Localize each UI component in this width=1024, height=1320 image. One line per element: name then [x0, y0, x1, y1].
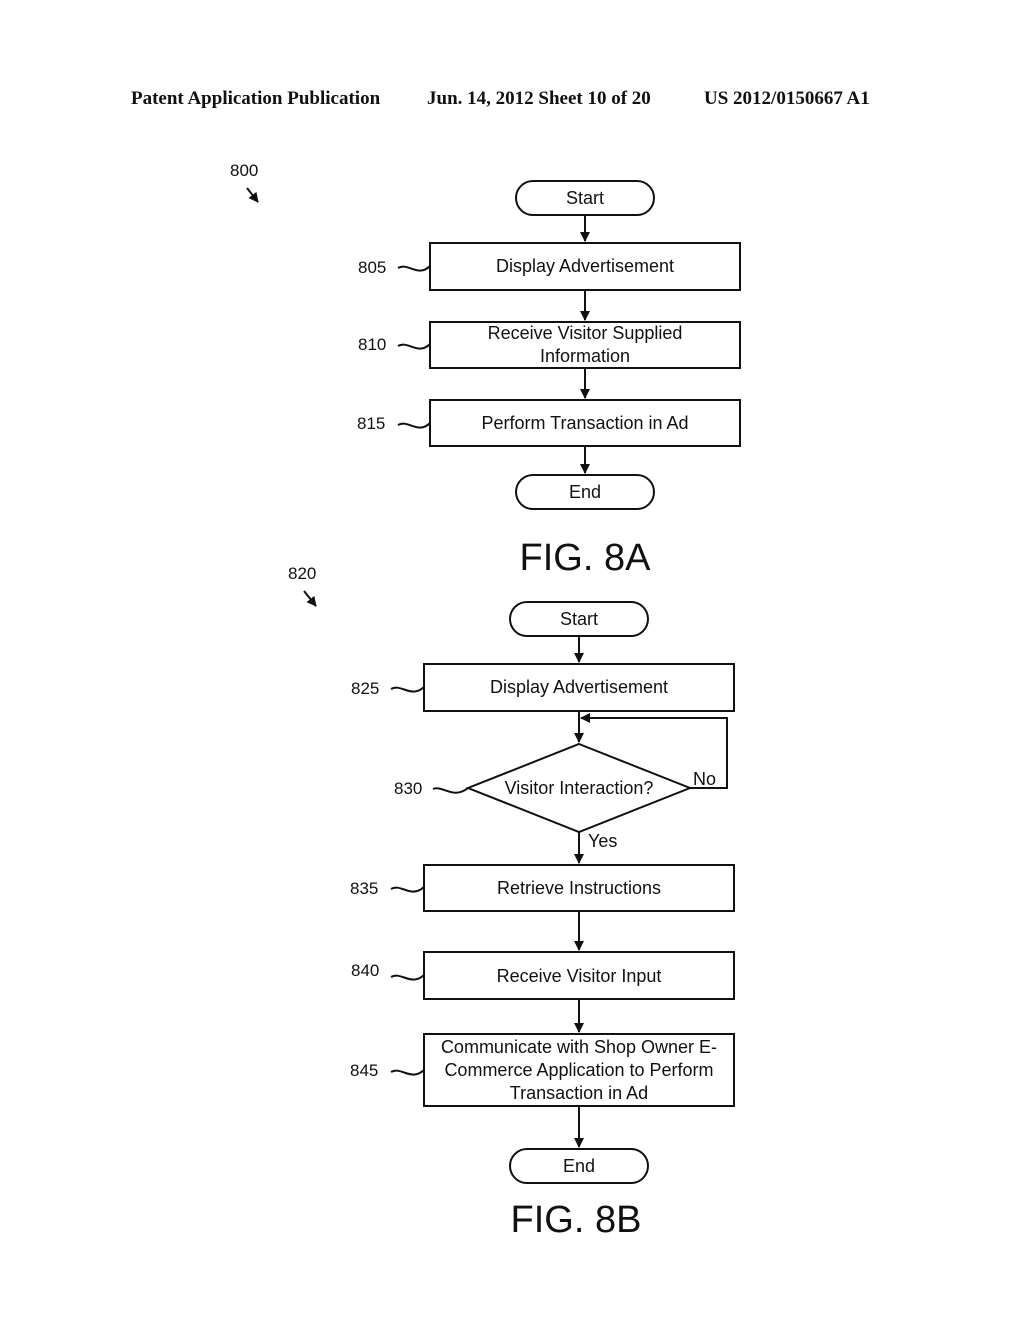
- step-825-label: Display Advertisement: [490, 677, 668, 697]
- leader-line: [397, 422, 431, 429]
- start-terminal: Start: [515, 180, 655, 216]
- leader-line: [397, 265, 431, 272]
- figure-ref-820: 820: [288, 564, 316, 583]
- end-terminal: End: [509, 1148, 649, 1184]
- figure-ref-arrow: [246, 187, 259, 203]
- figure-ref-800: 800: [230, 161, 258, 180]
- step-810-label-line1: Receive Visitor Supplied: [488, 323, 683, 343]
- step-845-label-line2: Commerce Application to Perform: [444, 1060, 713, 1080]
- ref-810: 810: [358, 335, 386, 354]
- step-815-label: Perform Transaction in Ad: [481, 413, 688, 433]
- end-label: End: [569, 482, 601, 502]
- figure-ref-arrow: [303, 590, 317, 607]
- step-840: Receive Visitor Input 840: [351, 951, 735, 1000]
- end-label: End: [563, 1156, 595, 1176]
- step-825: Display Advertisement 825: [351, 663, 735, 712]
- step-845: Communicate with Shop Owner E- Commerce …: [350, 1033, 735, 1107]
- start-label: Start: [566, 188, 604, 208]
- no-label: No: [693, 769, 716, 789]
- leader-line: [390, 1069, 425, 1076]
- ref-845: 845: [350, 1061, 378, 1080]
- ref-805: 805: [358, 258, 386, 277]
- step-805-label: Display Advertisement: [496, 256, 674, 276]
- leader-line: [390, 886, 425, 893]
- decision-830: Visitor Interaction? 830 No Yes: [394, 742, 716, 851]
- step-810-label-line2: Information: [540, 346, 630, 366]
- figure-8a: 800 Start Display Advertisement 805 Rece…: [230, 161, 741, 579]
- step-835-label: Retrieve Instructions: [497, 878, 661, 898]
- figure-caption: FIG. 8A: [520, 537, 652, 579]
- start-terminal: Start: [509, 601, 649, 637]
- start-label: Start: [560, 609, 598, 629]
- leader-line: [432, 787, 469, 794]
- decision-label: Visitor Interaction?: [505, 778, 654, 798]
- step-835: Retrieve Instructions 835: [350, 864, 735, 912]
- ref-835: 835: [350, 879, 378, 898]
- step-840-label: Receive Visitor Input: [497, 966, 662, 986]
- yes-label: Yes: [588, 831, 617, 851]
- step-845-label-line3: Transaction in Ad: [510, 1083, 648, 1103]
- figure-8b: 820 Start Display Advertisement 825 Visi…: [288, 564, 735, 1241]
- leader-line: [397, 343, 431, 350]
- ref-840: 840: [351, 961, 379, 980]
- step-845-label-line1: Communicate with Shop Owner E-: [441, 1037, 717, 1057]
- ref-825: 825: [351, 679, 379, 698]
- figure-caption: FIG. 8B: [511, 1199, 642, 1241]
- ref-815: 815: [357, 414, 385, 433]
- ref-830: 830: [394, 779, 422, 798]
- step-810: Receive Visitor Supplied Information 810: [358, 321, 741, 369]
- step-815: Perform Transaction in Ad 815: [357, 399, 741, 447]
- leader-line: [390, 974, 425, 981]
- flowchart-canvas: 800 Start Display Advertisement 805 Rece…: [230, 161, 741, 1241]
- end-terminal: End: [515, 474, 655, 510]
- leader-line: [390, 686, 425, 693]
- step-805: Display Advertisement 805: [358, 242, 741, 291]
